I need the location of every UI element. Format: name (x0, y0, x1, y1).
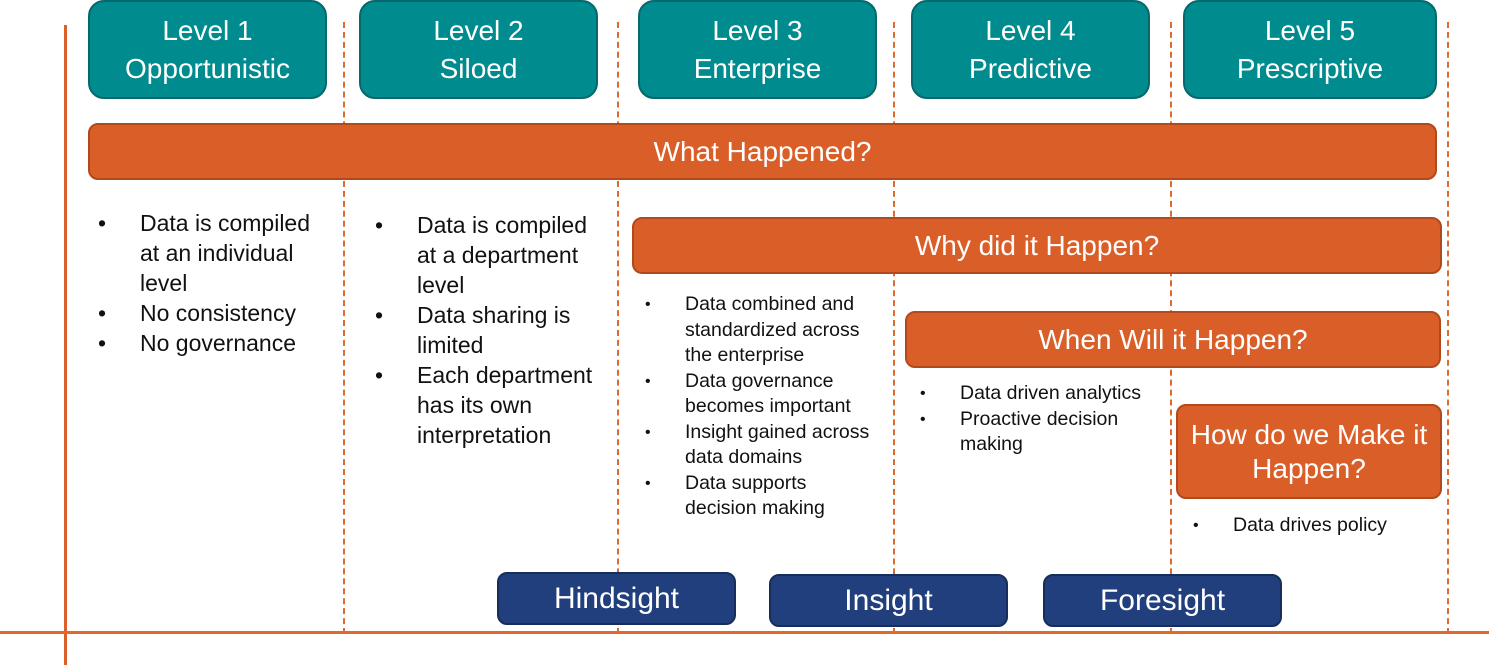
bullet-item: No consistency (90, 298, 330, 328)
question-how-make-happen: How do we Make it Happen? (1176, 404, 1442, 499)
question-when-happen: When Will it Happen? (905, 311, 1441, 368)
column-divider (1447, 22, 1449, 634)
level-2-box: Level 2 Siloed (359, 0, 598, 99)
horizontal-axis (0, 631, 1489, 634)
level-number: Level 3 (712, 14, 803, 46)
level-name: Enterprise (693, 52, 822, 84)
level-3-bullets: Data combined and standardized across th… (635, 292, 875, 522)
level-number: Level 5 (1264, 14, 1356, 46)
bullet-item: Data combined and standardized across th… (635, 292, 875, 369)
bullet-item: Data is compiled at an individual level (90, 208, 330, 298)
level-3-box: Level 3 Enterprise (638, 0, 877, 99)
level-2-bullets: Data is compiled at a department level D… (367, 210, 607, 450)
level-name: Siloed (439, 52, 518, 84)
bullet-item: Data driven analytics (910, 381, 1150, 407)
level-1-bullets: Data is compiled at an individual level … (90, 208, 330, 358)
level-number: Level 2 (433, 14, 524, 46)
hindsight-box: Hindsight (497, 572, 736, 625)
question-what-happened: What Happened? (88, 123, 1437, 180)
column-divider (617, 22, 619, 634)
level-name: Opportunistic (125, 52, 290, 84)
bullet-item: Data governance becomes important (635, 369, 875, 420)
level-number: Level 4 (985, 14, 1076, 46)
level-5-bullets: Data drives policy (1183, 513, 1463, 539)
level-4-bullets: Data driven analytics Proactive decision… (910, 381, 1150, 458)
bullet-item: Data is compiled at a department level (367, 210, 607, 300)
bullet-item: Data sharing is limited (367, 300, 607, 360)
bullet-item: Each department has its own interpretati… (367, 360, 607, 450)
bullet-item: No governance (90, 328, 330, 358)
level-1-box: Level 1 Opportunistic (88, 0, 327, 99)
level-4-box: Level 4 Predictive (911, 0, 1150, 99)
level-name: Prescriptive (1236, 52, 1384, 84)
bullet-item: Proactive decision making (910, 407, 1150, 458)
bullet-item: Data drives policy (1183, 513, 1463, 539)
question-why-happened: Why did it Happen? (632, 217, 1442, 274)
vertical-axis (64, 25, 67, 665)
bullet-item: Data supports decision making (635, 471, 875, 522)
insight-box: Insight (769, 574, 1008, 627)
level-5-box: Level 5 Prescriptive (1183, 0, 1437, 99)
column-divider (343, 22, 345, 634)
foresight-box: Foresight (1043, 574, 1282, 627)
level-number: Level 1 (162, 14, 253, 46)
column-divider (893, 22, 895, 634)
level-name: Predictive (969, 52, 1092, 84)
bullet-item: Insight gained across data domains (635, 420, 875, 471)
